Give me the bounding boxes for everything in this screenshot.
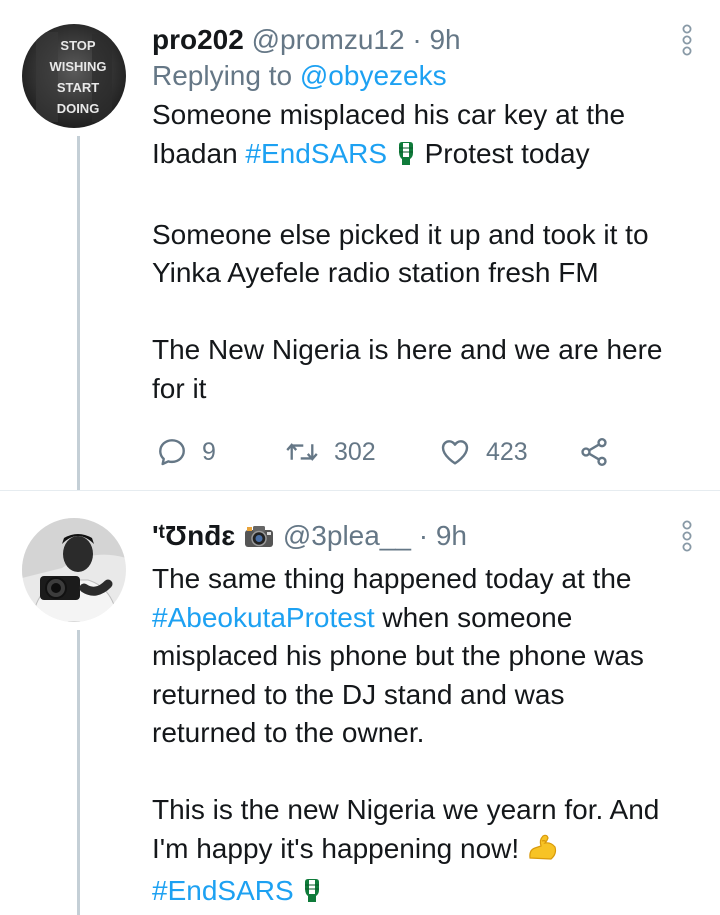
tweet-reply-pro202[interactable]: STOP WISHING START DOING pro202 @promzu1… <box>0 0 720 490</box>
thread-line <box>77 630 80 915</box>
like-button[interactable]: 423 <box>438 432 528 472</box>
raised-fist-flag-emoji <box>301 876 323 915</box>
text-line: #AbeokutaProtest when someone <box>152 599 690 638</box>
display-name[interactable]: 'ᵗƱnƌɛ <box>152 520 235 551</box>
text-line: Yinka Ayefele radio station fresh FM <box>152 257 599 288</box>
avatar-line-2: WISHING <box>49 59 106 74</box>
tweet-content: 'ᵗƱnƌɛ @3plea__ · 9h The same thing happ… <box>152 518 690 915</box>
text-line: for it <box>152 372 207 404</box>
reply-button[interactable]: 9 <box>156 432 216 472</box>
hashtag-abeokutaprotest[interactable]: #AbeokutaProtest <box>152 602 375 633</box>
timestamp[interactable]: 9h <box>429 24 460 55</box>
more-options-icon[interactable] <box>680 520 694 552</box>
text-fragment: I'm happy it's happening now! <box>152 832 527 864</box>
text-line: Ibadan #EndSARS Protest today <box>152 135 690 178</box>
like-icon <box>438 436 472 468</box>
raised-fist-flag-emoji <box>395 139 417 178</box>
avatar-line-3: START <box>57 80 99 95</box>
replying-to: Replying to @obyezeks <box>152 58 690 94</box>
share-button[interactable] <box>578 432 610 472</box>
display-name[interactable]: pro202 <box>152 24 244 55</box>
avatar-line-4: DOING <box>57 101 100 116</box>
retweet-button[interactable]: 302 <box>284 432 376 472</box>
timestamp[interactable]: 9h <box>436 520 467 551</box>
text-fragment: Ibadan <box>152 137 246 169</box>
handle[interactable]: @3plea__ <box>283 520 411 551</box>
separator: · <box>412 24 422 55</box>
text-line: This is the new Nigeria we yearn for. An… <box>152 794 660 825</box>
tweet-header: pro202 @promzu12 · 9h <box>152 22 690 58</box>
hashtag-endsars[interactable]: #EndSARS <box>152 875 294 906</box>
tweet-reply-3plea[interactable]: 'ᵗƱnƌɛ @3plea__ · 9h The same thing happ… <box>0 500 720 915</box>
tweet-header: 'ᵗƱnƌɛ @3plea__ · 9h <box>152 518 690 558</box>
text-line: returned to the DJ stand and was <box>152 678 565 710</box>
tweet-text: Someone misplaced his car key at the Iba… <box>152 96 690 408</box>
text-line: Someone else picked it up and took it to <box>152 218 649 250</box>
tweet-divider <box>0 490 720 491</box>
text-line: The same thing happened today at the <box>152 563 632 594</box>
handle[interactable]: @promzu12 <box>252 24 405 55</box>
hashtag-endsars[interactable]: #EndSARS <box>245 138 387 169</box>
text-fragment: when someone <box>374 601 573 633</box>
text-fragment: Protest today <box>416 137 590 169</box>
replying-to-label: Replying to <box>152 60 293 91</box>
text-line: The New Nigeria is here and we are here <box>152 334 663 365</box>
avatar-line-1: STOP <box>60 38 95 53</box>
reply-icon <box>156 436 188 468</box>
text-line: Someone misplaced his car key at the <box>152 99 626 130</box>
reply-count: 9 <box>202 437 216 466</box>
avatar[interactable] <box>22 518 126 622</box>
share-icon <box>578 436 610 468</box>
text-line: #EndSARS <box>152 872 690 915</box>
like-count: 423 <box>486 437 528 466</box>
flexed-biceps-emoji <box>527 832 559 873</box>
text-line: I'm happy it's happening now! <box>152 830 690 873</box>
retweet-icon <box>284 436 320 468</box>
replying-to-handle[interactable]: @obyezeks <box>300 60 447 91</box>
camera-emoji <box>243 522 275 558</box>
thread-line <box>77 136 80 490</box>
tweet-text: The same thing happened today at the #Ab… <box>152 560 690 915</box>
text-line: misplaced his phone but the phone was <box>152 640 644 671</box>
action-bar: 9 302 423 <box>152 432 632 472</box>
retweet-count: 302 <box>334 437 376 466</box>
separator: · <box>418 520 429 551</box>
tweet-content: pro202 @promzu12 · 9h Replying to @obyez… <box>152 22 690 408</box>
avatar[interactable]: STOP WISHING START DOING <box>22 24 126 128</box>
text-line: returned to the owner. <box>152 717 425 748</box>
more-options-icon[interactable] <box>680 24 694 56</box>
